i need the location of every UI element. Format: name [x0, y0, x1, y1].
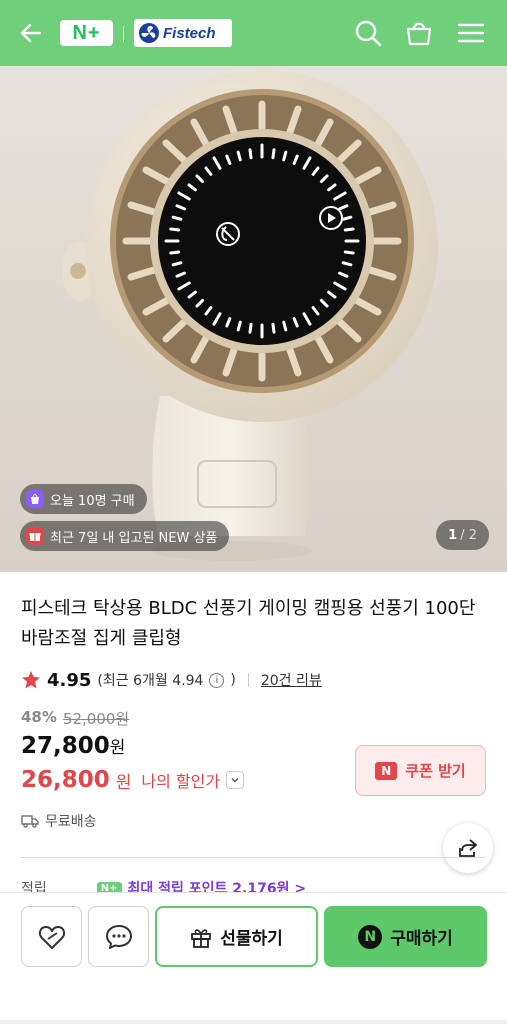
- rating-value: 4.95: [47, 669, 92, 691]
- my-discount-price: 26,800 원 나의 할인가: [21, 767, 245, 793]
- new-arrival-text: 최근 7일 내 입고된 NEW 상품: [50, 530, 218, 546]
- buy-button[interactable]: N 구매하기: [324, 906, 487, 967]
- dial-tick: [343, 227, 355, 232]
- share-button[interactable]: [443, 823, 493, 873]
- talktalk-button[interactable]: [88, 906, 149, 967]
- gift-box-icon: [191, 928, 212, 948]
- product-image[interactable]: 오늘 10명 구매 최근 7일 내 입고된 NEW 상품 1 / 2: [0, 66, 507, 572]
- dial-tick: [282, 320, 288, 332]
- heart-icon: [38, 925, 65, 949]
- product-title: 피스테크 탁상용 BLDC 선풍기 게이밍 캠핑용 선풍기 100단 바람조절 …: [21, 598, 476, 649]
- purchase-count-text: 오늘 10명 구매: [50, 493, 135, 509]
- my-price-label: 나의 할인가: [141, 772, 221, 791]
- bottom-action-bar: 선물하기 N 구매하기: [0, 892, 507, 1024]
- dial-tick: [236, 150, 242, 162]
- dial-tick: [248, 322, 253, 334]
- sale-price: 27,800원: [21, 733, 125, 759]
- shopping-bag-icon[interactable]: [404, 18, 434, 48]
- dial-tick: [169, 250, 181, 255]
- arrow-left-icon[interactable]: [18, 20, 44, 46]
- shipping-text: 무료배송: [45, 814, 97, 830]
- truck-icon: [21, 815, 39, 828]
- menu-icon[interactable]: [456, 18, 486, 48]
- my-price-amount: 26,800: [21, 767, 110, 793]
- bottom-edge: [0, 1020, 507, 1024]
- gift-icon: [26, 527, 44, 545]
- top-header: N+ Fistech: [0, 0, 507, 66]
- dial-tick: [171, 261, 183, 267]
- search-icon[interactable]: [353, 18, 383, 48]
- naver-n-icon: N: [375, 761, 398, 780]
- gift-button[interactable]: 선물하기: [155, 906, 318, 967]
- recent-rating-close: ): [230, 672, 236, 688]
- naver-pay-icon: N: [358, 924, 383, 949]
- dial-tick: [169, 227, 181, 232]
- dial-tick: [271, 322, 276, 334]
- image-counter: 1 / 2: [436, 520, 489, 550]
- discount-rate: 48%: [21, 708, 57, 726]
- brand-name: Fistech: [163, 24, 216, 42]
- brand-logo[interactable]: Fistech: [134, 19, 232, 47]
- sale-price-amount: 27,800: [21, 733, 110, 759]
- coupon-label: 쿠폰 받기: [405, 762, 466, 780]
- recent-rating: (최근 6개월 4.94: [97, 673, 204, 689]
- purchase-count-badge: 오늘 10명 구매: [20, 484, 147, 514]
- chat-bubble-icon: [105, 924, 132, 949]
- shipping-info: 무료배송: [21, 811, 97, 831]
- coupon-button[interactable]: N 쿠폰 받기: [355, 745, 486, 796]
- info-icon[interactable]: i: [209, 672, 225, 688]
- bag-icon: [26, 490, 44, 508]
- chevron-down-icon[interactable]: [226, 771, 245, 789]
- section-divider: [21, 857, 485, 858]
- dial-tick: [282, 150, 288, 162]
- header-divider: [123, 26, 124, 42]
- new-arrival-badge: 최근 7일 내 입고된 NEW 상품: [20, 521, 230, 551]
- discount-row: 48% 52,000원: [21, 708, 129, 729]
- dial-tick: [171, 215, 183, 221]
- dial-tick: [271, 148, 276, 160]
- dial-tick: [341, 215, 353, 221]
- image-counter-total: / 2: [460, 527, 477, 543]
- image-counter-current: 1: [448, 527, 458, 543]
- rating-row: 4.95 (최근 6개월 4.94 i ) 20건 리뷰: [21, 668, 322, 692]
- dial-tick: [341, 261, 353, 267]
- naver-plus-badge[interactable]: N+: [60, 20, 113, 46]
- star-icon: [22, 671, 40, 689]
- sale-price-unit: 원: [109, 738, 126, 758]
- gift-label: 선물하기: [220, 929, 283, 949]
- wishlist-button[interactable]: [21, 906, 82, 967]
- dial-tick: [248, 148, 253, 160]
- fan-logo-icon: [139, 23, 159, 43]
- dial-tick: [236, 320, 242, 332]
- rating-divider: [247, 673, 249, 687]
- original-price: 52,000원: [62, 710, 130, 728]
- review-count-link[interactable]: 20건 리뷰: [261, 670, 322, 690]
- my-price-unit: 원: [115, 772, 132, 793]
- dial-tick: [343, 250, 355, 255]
- buy-label: 구매하기: [390, 929, 453, 949]
